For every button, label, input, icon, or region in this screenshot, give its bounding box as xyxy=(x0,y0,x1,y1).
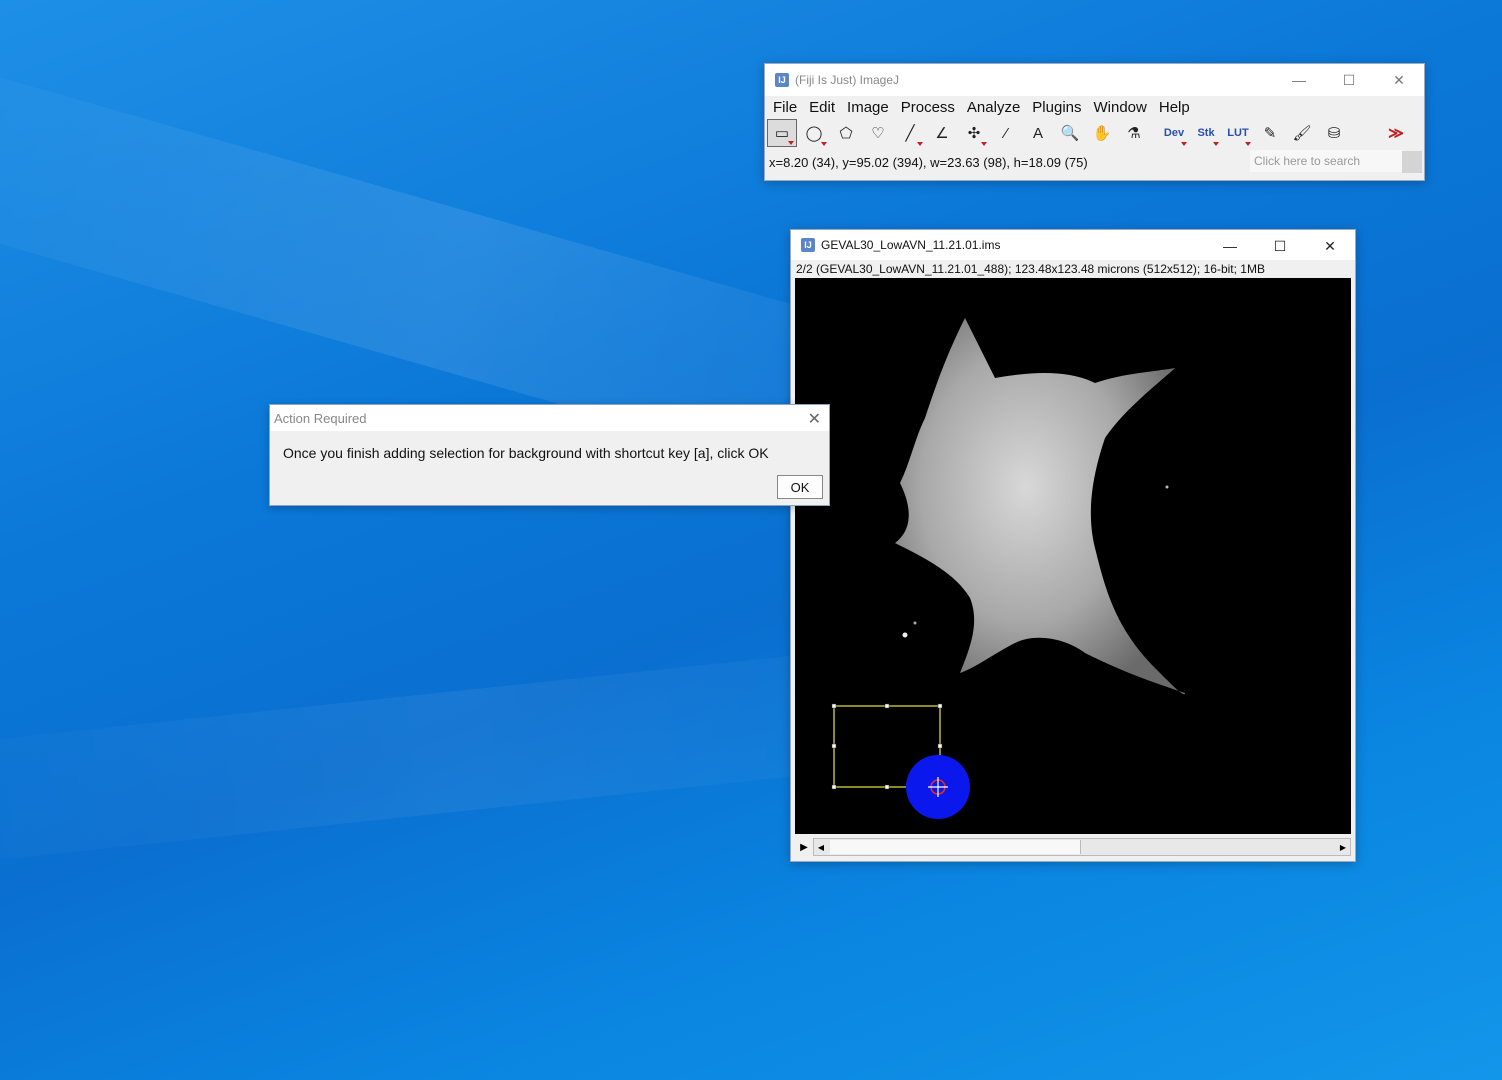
play-animation-button[interactable]: ▶ xyxy=(795,838,813,856)
close-icon[interactable]: ✕ xyxy=(808,409,821,429)
brush-tool-icon[interactable]: 🖌 xyxy=(1287,119,1317,147)
menu-window[interactable]: Window xyxy=(1088,99,1153,116)
menu-plugins[interactable]: Plugins xyxy=(1026,99,1087,116)
oval-tool-icon[interactable]: ◯ xyxy=(799,119,829,147)
pencil-tool-icon[interactable]: ✎ xyxy=(1255,119,1285,147)
polygon-tool-icon[interactable]: ⬠ xyxy=(831,119,861,147)
flood-fill-tool-icon[interactable]: ⛁ xyxy=(1319,119,1349,147)
freehand-tool-icon[interactable]: ♡ xyxy=(863,119,893,147)
dev-tool-button[interactable]: Dev xyxy=(1159,119,1189,147)
cell-body xyxy=(895,318,1185,695)
maximize-button[interactable]: ☐ xyxy=(1255,230,1305,262)
close-button[interactable]: ✕ xyxy=(1305,230,1355,262)
maximize-button[interactable]: ☐ xyxy=(1324,64,1374,96)
bright-spot xyxy=(1165,485,1169,489)
roi-handle[interactable] xyxy=(937,743,943,749)
stack-slider-bar: ▶ ◀ ▶ xyxy=(795,836,1351,858)
bright-spot xyxy=(913,621,917,625)
menu-bar: File Edit Image Process Analyze Plugins … xyxy=(765,96,1424,118)
menu-file[interactable]: File xyxy=(767,99,803,116)
roi-handle[interactable] xyxy=(884,784,890,790)
angle-tool-icon[interactable]: ∠ xyxy=(927,119,957,147)
close-button[interactable]: ✕ xyxy=(1374,64,1424,96)
menu-image[interactable]: Image xyxy=(841,99,895,116)
menu-help[interactable]: Help xyxy=(1153,99,1196,116)
tool-bar: ▭ ◯ ⬠ ♡ ╱ ∠ ✣ ⁄ A 🔍 ✋ ⚗ Dev Stk LUT ✎ 🖌 … xyxy=(765,118,1424,148)
minimize-button[interactable]: — xyxy=(1205,230,1255,262)
scroll-right-icon[interactable]: ▶ xyxy=(1336,839,1350,855)
menu-process[interactable]: Process xyxy=(895,99,961,116)
dialog-message: Once you finish adding selection for bac… xyxy=(283,445,769,461)
point-tool-icon[interactable]: ✣ xyxy=(959,119,989,147)
image-window-title: GEVAL30_LowAVN_11.21.01.ims xyxy=(821,238,1001,252)
dialog-title: Action Required xyxy=(274,410,367,426)
image-titlebar[interactable]: IJ GEVAL30_LowAVN_11.21.01.ims — ☐ ✕ xyxy=(791,230,1355,260)
status-bar: x=8.20 (34), y=95.02 (394), w=23.63 (98)… xyxy=(765,148,1424,176)
stk-tool-button[interactable]: Stk xyxy=(1191,119,1221,147)
microscopy-image xyxy=(831,318,1185,819)
zoom-tool-icon[interactable]: 🔍 xyxy=(1055,119,1085,147)
hand-tool-icon[interactable]: ✋ xyxy=(1087,119,1117,147)
minimize-button[interactable]: — xyxy=(1274,64,1324,96)
roi-handle[interactable] xyxy=(884,703,890,709)
imagej-titlebar[interactable]: IJ (Fiji Is Just) ImageJ — ☐ ✕ xyxy=(765,64,1424,96)
menu-analyze[interactable]: Analyze xyxy=(961,99,1026,116)
roi-handle[interactable] xyxy=(831,703,837,709)
stack-scrollbar[interactable]: ◀ ▶ xyxy=(813,838,1351,856)
line-tool-icon[interactable]: ╱ xyxy=(895,119,925,147)
dialog-titlebar[interactable]: Action Required ✕ xyxy=(270,405,829,431)
roi-handle[interactable] xyxy=(831,784,837,790)
menu-edit[interactable]: Edit xyxy=(803,99,841,116)
search-input[interactable]: Click here to search xyxy=(1250,150,1404,172)
roi-handle[interactable] xyxy=(937,703,943,709)
imagej-main-window: IJ (Fiji Is Just) ImageJ — ☐ ✕ File Edit… xyxy=(764,63,1425,181)
wand-tool-icon[interactable]: ⁄ xyxy=(991,119,1021,147)
dropper-tool-icon[interactable]: ⚗ xyxy=(1119,119,1149,147)
imagej-app-icon: IJ xyxy=(801,238,815,252)
scrollbar-thumb[interactable] xyxy=(830,840,1081,854)
lut-tool-button[interactable]: LUT xyxy=(1223,119,1253,147)
roi-handle[interactable] xyxy=(831,743,837,749)
window-title: (Fiji Is Just) ImageJ xyxy=(795,73,900,87)
search-options-button[interactable] xyxy=(1402,151,1422,173)
more-tools-icon[interactable]: ≫ xyxy=(1381,119,1411,147)
image-info: 2/2 (GEVAL30_LowAVN_11.21.01_488); 123.4… xyxy=(796,262,1265,276)
image-window: IJ GEVAL30_LowAVN_11.21.01.ims — ☐ ✕ 2/2… xyxy=(790,229,1356,862)
ok-button[interactable]: OK xyxy=(777,475,823,499)
scroll-left-icon[interactable]: ◀ xyxy=(814,839,828,855)
action-required-dialog: Action Required ✕ Once you finish adding… xyxy=(269,404,830,506)
rectangle-tool-icon[interactable]: ▭ xyxy=(767,119,797,147)
text-tool-icon[interactable]: A xyxy=(1023,119,1053,147)
status-text: x=8.20 (34), y=95.02 (394), w=23.63 (98)… xyxy=(769,154,1088,170)
image-canvas[interactable] xyxy=(795,278,1351,834)
bright-spot xyxy=(902,632,908,638)
imagej-app-icon: IJ xyxy=(775,73,789,87)
